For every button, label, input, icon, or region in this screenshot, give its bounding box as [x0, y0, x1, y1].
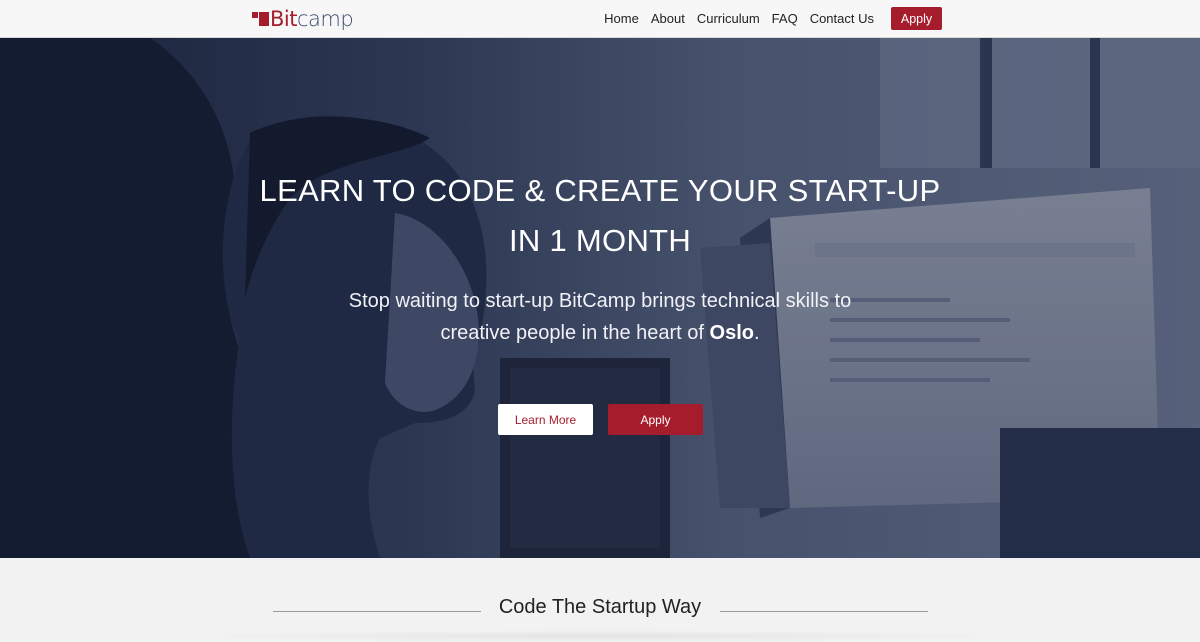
nav-links: Home About Curriculum FAQ Contact Us — [604, 0, 874, 36]
nav-apply-button[interactable]: Apply — [891, 7, 942, 30]
code-startup-section: Code The Startup Way — [0, 558, 1200, 642]
section-heading: Code The Startup Way — [498, 596, 702, 618]
hero-subtitle-period: . — [753, 322, 760, 344]
hero-title-line-1: LEARN TO CODE & CREATE YOUR START-UP — [259, 173, 941, 208]
bitcamp-logo[interactable]: Bitcamp — [252, 6, 354, 32]
logo-text: Bitcamp — [270, 6, 354, 31]
hero-subtitle-line-2: creative people in the heart of — [440, 322, 710, 344]
hero-subtitle: Stop waiting to start-up BitCamp brings … — [0, 285, 1200, 349]
hero-subtitle-line-1: Stop waiting to start-up BitCamp brings … — [348, 290, 852, 312]
nav-link-about[interactable]: About — [651, 11, 685, 26]
learn-more-button[interactable]: Learn More — [498, 404, 593, 435]
hero-apply-button[interactable]: Apply — [608, 404, 703, 435]
heading-divider-right — [720, 611, 928, 612]
top-navbar: Bitcamp Home About Curriculum FAQ Contac… — [0, 0, 1200, 38]
hero-title-line-2: IN 1 MONTH — [508, 223, 692, 258]
nav-link-contact[interactable]: Contact Us — [810, 11, 874, 26]
nav-link-faq[interactable]: FAQ — [772, 11, 798, 26]
hero-subtitle-city: Oslo — [709, 322, 754, 344]
nav-link-home[interactable]: Home — [604, 11, 639, 26]
hero-section: LEARN TO CODE & CREATE YOUR START-UP IN … — [0, 38, 1200, 558]
hero-title: LEARN TO CODE & CREATE YOUR START-UP IN … — [0, 166, 1200, 266]
card-shadow — [180, 630, 1020, 642]
logo-mark-icon — [252, 12, 269, 26]
nav-link-curriculum[interactable]: Curriculum — [697, 11, 760, 26]
